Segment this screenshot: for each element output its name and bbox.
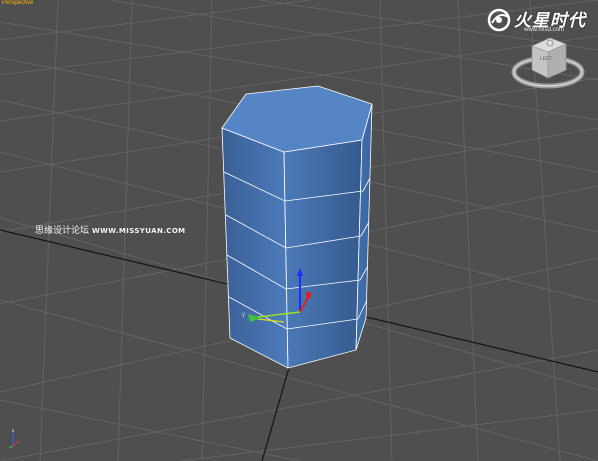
watermark-url: WWW.MISSYUAN.COM [92,227,186,235]
svg-text:z: z [12,428,14,433]
world-axis-tripod-icon: z [8,428,20,449]
svg-text:y: y [242,312,245,318]
hexagonal-cylinder-object[interactable] [221,85,373,369]
viewcube-face-label[interactable]: LEFT [540,56,552,62]
watermark-site-name: 思缘设计论坛 [35,226,90,236]
perspective-viewport[interactable]: y z Perspective 思缘设计论坛 WWW.MISSYUAN.COM 火… [0,0,598,461]
viewcube-graphic [511,37,585,89]
hxsd-swirl-logo-icon [487,8,511,32]
viewport-label[interactable]: Perspective [2,0,33,6]
viewcube-navigation-icon[interactable]: LEFT [510,32,588,94]
watermark-text: 思缘设计论坛 WWW.MISSYUAN.COM [35,223,186,236]
